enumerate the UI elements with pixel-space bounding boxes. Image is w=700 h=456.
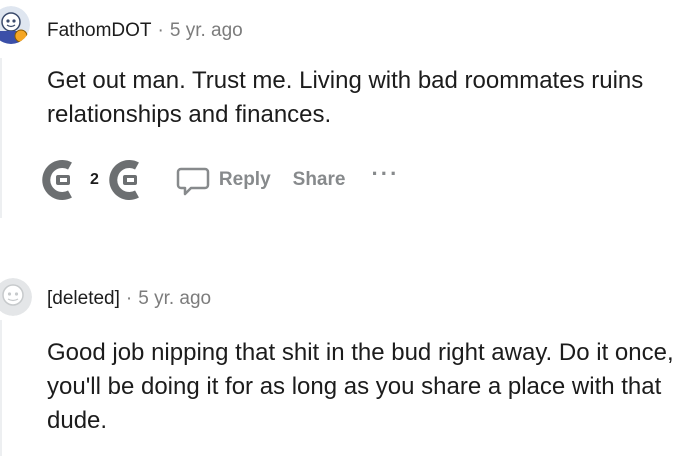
comment: FathomDOT · 5 yr. ago Get out man. Trust… — [0, 0, 700, 230]
reply-button[interactable]: Reply — [175, 162, 271, 198]
thread-line[interactable] — [0, 58, 2, 218]
snoo-avatar-icon[interactable] — [0, 6, 30, 44]
share-button[interactable]: Share — [293, 169, 346, 191]
meta-separator: · — [125, 288, 133, 309]
comment-actions: 2 Reply Share ··· — [40, 156, 399, 204]
reply-bubble-icon — [175, 162, 211, 198]
comment-body: Good job nipping that shit in the bud ri… — [47, 339, 674, 434]
comment-thread: FathomDOT · 5 yr. ago Get out man. Trust… — [0, 0, 700, 456]
more-options-icon[interactable]: ··· — [371, 163, 399, 185]
timestamp[interactable]: 5 yr. ago — [170, 19, 243, 43]
share-label: Share — [292, 169, 346, 190]
author-name: [deleted] — [47, 288, 120, 309]
upvote-icon[interactable] — [40, 158, 84, 202]
comment-body: Get out man. Trust me. Living with bad r… — [47, 67, 644, 128]
vote-score: 2 — [90, 171, 99, 188]
reply-label: Reply — [218, 169, 271, 190]
comment: [deleted] · 5 yr. ago Good job nipping t… — [0, 256, 700, 456]
comment-meta: [deleted] · 5 yr. ago — [47, 287, 211, 311]
timestamp[interactable]: 5 yr. ago — [138, 287, 211, 311]
author-name[interactable]: FathomDOT — [47, 19, 152, 43]
comment-meta: FathomDOT · 5 yr. ago — [47, 19, 243, 43]
downvote-icon[interactable] — [107, 158, 151, 202]
meta-separator: · — [157, 20, 164, 41]
thread-line[interactable] — [0, 320, 2, 456]
deleted-user-avatar-icon — [0, 278, 32, 316]
